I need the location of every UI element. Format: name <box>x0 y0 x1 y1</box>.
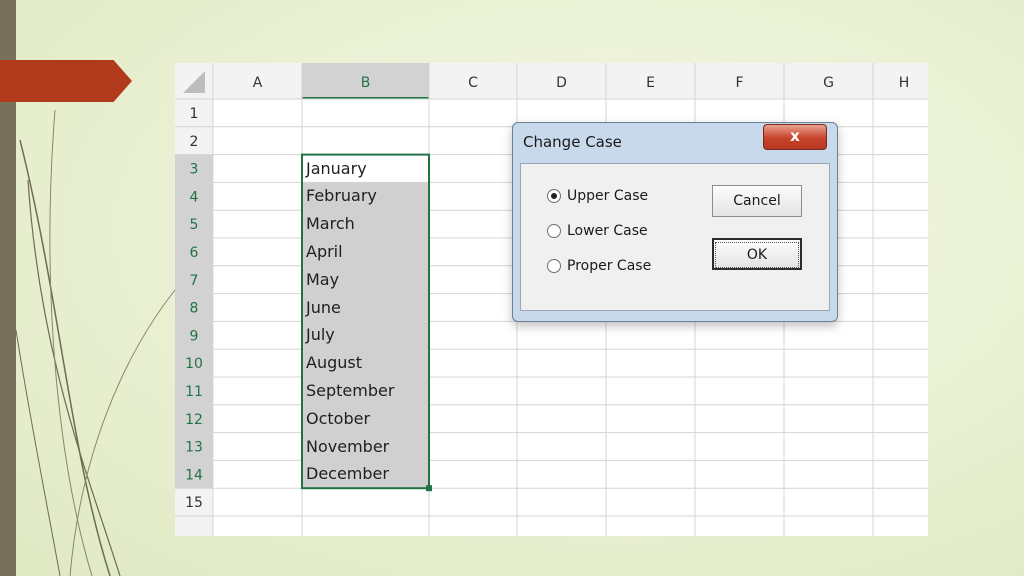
option-upper-case[interactable]: Upper Case <box>547 188 648 204</box>
option-lower-case[interactable]: Lower Case <box>547 223 648 239</box>
row-header-6: 6 <box>190 245 199 261</box>
row-header-3: 3 <box>190 162 199 178</box>
row-header-1: 1 <box>190 106 199 122</box>
radio-proper-case[interactable] <box>547 259 561 273</box>
row-header-10: 10 <box>185 356 203 372</box>
cell-b10[interactable]: August <box>306 349 362 376</box>
row-header-5: 5 <box>190 217 199 233</box>
close-button[interactable]: x <box>763 124 827 150</box>
slide-arrow-decoration <box>0 60 132 102</box>
column-header-g: G <box>823 75 834 91</box>
option-lower-case-label: Lower Case <box>567 223 648 239</box>
cell-b12[interactable]: October <box>306 405 370 432</box>
cancel-button[interactable]: Cancel <box>712 185 802 217</box>
cell-b3[interactable]: January <box>306 155 367 182</box>
column-header-d: D <box>556 75 567 91</box>
cell-b13[interactable]: November <box>306 433 389 460</box>
row-header-2: 2 <box>190 134 199 150</box>
radio-lower-case[interactable] <box>547 224 561 238</box>
radio-upper-case[interactable] <box>547 189 561 203</box>
column-header-c: C <box>468 75 478 91</box>
change-case-dialog: Change Case x Upper Case Lower Case Prop… <box>512 122 838 322</box>
fill-handle <box>426 485 432 492</box>
dialog-title: Change Case <box>523 133 622 151</box>
ok-button-label: OK <box>715 242 799 268</box>
row-header-13: 13 <box>185 440 203 456</box>
cell-b5[interactable]: March <box>306 210 355 237</box>
row-header-15: 15 <box>185 495 203 511</box>
column-header-bar <box>175 63 928 99</box>
option-upper-case-label: Upper Case <box>567 188 649 204</box>
column-header-e: E <box>646 75 655 91</box>
option-proper-case-label: Proper Case <box>567 258 652 274</box>
column-header-f: F <box>735 75 743 91</box>
cell-b11[interactable]: September <box>306 377 394 404</box>
row-header-11: 11 <box>185 384 203 400</box>
dialog-body: Upper Case Lower Case Proper Case Cancel… <box>520 163 830 311</box>
row-header-7: 7 <box>190 273 199 289</box>
option-proper-case[interactable]: Proper Case <box>547 258 651 274</box>
column-header-b: B <box>361 75 371 91</box>
cell-b7[interactable]: May <box>306 266 339 293</box>
cell-b4[interactable]: February <box>306 182 377 209</box>
row-header-14: 14 <box>185 467 203 483</box>
column-header-a: A <box>253 75 263 91</box>
cell-b14[interactable]: December <box>306 460 389 487</box>
row-header-12: 12 <box>185 412 203 428</box>
row-header-4: 4 <box>190 189 199 205</box>
column-header-h: H <box>899 75 910 91</box>
cell-b9[interactable]: July <box>306 321 335 348</box>
cell-b8[interactable]: June <box>306 294 341 321</box>
row-header-8: 8 <box>190 301 199 317</box>
ok-button[interactable]: OK <box>712 238 802 270</box>
row-header-9: 9 <box>190 328 199 344</box>
cell-b6[interactable]: April <box>306 238 343 265</box>
